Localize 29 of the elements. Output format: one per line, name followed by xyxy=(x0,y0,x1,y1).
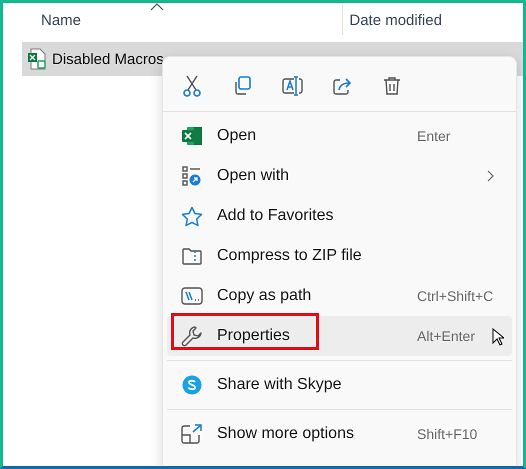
menu-item[interactable]: Open Enter xyxy=(167,116,512,156)
shortcut-text: Shift+F10 xyxy=(417,426,478,442)
menu-item[interactable]: Open with xyxy=(167,156,512,196)
trash-icon xyxy=(383,76,401,96)
column-header[interactable]: Name xyxy=(41,12,82,28)
open-with-icon xyxy=(182,166,202,186)
cursor-icon xyxy=(492,328,504,346)
menu-item[interactable]: Copy as path Ctrl+Shift+C xyxy=(167,276,512,316)
shortcut-text: Alt+Enter xyxy=(417,328,475,344)
skype-icon xyxy=(182,375,202,395)
menu-item[interactable]: Properties Alt+Enter xyxy=(167,316,512,356)
menu-item[interactable]: Share with Skype xyxy=(167,365,512,405)
share-icon xyxy=(332,76,352,96)
menu-item[interactable]: Add to Favorites xyxy=(167,196,512,236)
zip-folder-icon xyxy=(181,247,203,265)
excel-file-icon xyxy=(27,48,47,70)
path-icon xyxy=(181,287,203,305)
excel-icon xyxy=(182,127,202,145)
cut-icon xyxy=(182,75,202,97)
shortcut-text: Ctrl+Shift+C xyxy=(417,288,494,304)
file-name: Disabled Macros xyxy=(52,50,165,68)
menu-item[interactable]: Show more options Shift+F10 xyxy=(167,414,512,454)
rename-icon xyxy=(281,76,303,96)
wrench-icon xyxy=(181,325,203,347)
menu-item[interactable]: Compress to ZIP file xyxy=(167,236,512,276)
star-icon xyxy=(181,206,203,226)
more-options-icon xyxy=(181,424,203,444)
column-header[interactable]: Date modified xyxy=(349,12,442,28)
shortcut-text: Enter xyxy=(417,128,450,144)
